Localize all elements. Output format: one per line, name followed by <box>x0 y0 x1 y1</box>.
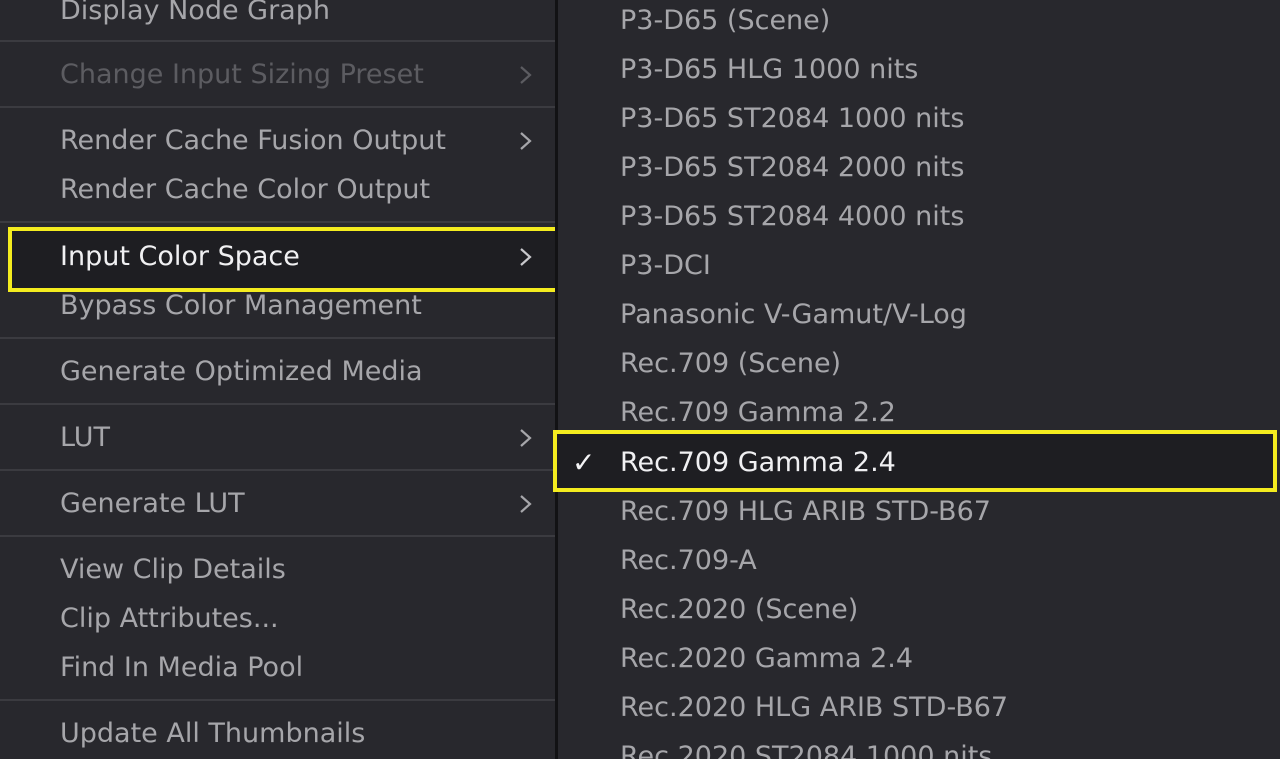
chevron-right-icon <box>520 66 532 84</box>
menu-item-clip-attributes[interactable]: Clip Attributes... <box>0 596 555 642</box>
color-space-option[interactable]: Rec.2020 ST2084 1000 nits <box>558 732 1280 759</box>
color-space-option[interactable]: Rec.709 HLG ARIB STD-B67 <box>558 487 1280 536</box>
menu-item-label: Find In Media Pool <box>60 652 304 683</box>
color-space-option-label: Rec.709 Gamma 2.4 <box>620 447 896 478</box>
menu-separator <box>0 40 555 42</box>
menu-separator <box>0 469 555 471</box>
screen: Display Node Graph Change Input Sizing P… <box>0 0 1280 759</box>
color-space-option-label: Rec.709-A <box>620 545 757 576</box>
menu-separator <box>0 337 555 339</box>
menu-item-label: Render Cache Color Output <box>60 174 431 205</box>
menu-item-label: Bypass Color Management <box>60 290 422 321</box>
color-space-option-label: Rec.2020 ST2084 1000 nits <box>620 741 993 759</box>
color-space-option[interactable]: Rec.709-A <box>558 536 1280 585</box>
menu-item-label: Change Input Sizing Preset <box>60 59 424 90</box>
menu-item-label: Generate LUT <box>60 488 245 519</box>
menu-item-render-cache-color-output[interactable]: Render Cache Color Output <box>0 167 555 213</box>
menu-item-label: View Clip Details <box>60 554 286 585</box>
menu-item-view-clip-details[interactable]: View Clip Details <box>0 547 555 593</box>
menu-item-label: LUT <box>60 422 110 453</box>
menu-item-generate-lut[interactable]: Generate LUT <box>0 481 555 527</box>
color-space-option-label: Rec.2020 Gamma 2.4 <box>620 643 914 674</box>
menu-item-label: Update All Thumbnails <box>60 718 366 749</box>
menu-item-render-cache-fusion-output[interactable]: Render Cache Fusion Output <box>0 118 555 164</box>
menu-separator <box>0 403 555 405</box>
menu-item-label: Display Node Graph <box>60 0 330 26</box>
menu-item-label: Clip Attributes... <box>60 603 279 634</box>
color-space-option[interactable]: Rec.2020 Gamma 2.4 <box>558 634 1280 683</box>
chevron-right-icon <box>520 248 532 266</box>
menu-item-label: Input Color Space <box>60 241 300 272</box>
menu-separator <box>0 535 555 537</box>
menu-separator <box>0 699 555 701</box>
chevron-right-icon <box>520 429 532 447</box>
menu-item-label: Generate Optimized Media <box>60 356 423 387</box>
color-space-option[interactable]: Rec.2020 (Scene) <box>558 585 1280 634</box>
clip-context-menu: Display Node Graph Change Input Sizing P… <box>0 0 565 759</box>
menu-item-find-in-media-pool[interactable]: Find In Media Pool <box>0 645 555 691</box>
menu-item-input-color-space[interactable]: Input Color Space <box>0 234 555 280</box>
color-space-option-label: Rec.2020 (Scene) <box>620 594 859 625</box>
menu-item-change-input-sizing-preset[interactable]: Change Input Sizing Preset <box>0 52 555 98</box>
color-space-option[interactable]: Rec.2020 HLG ARIB STD-B67 <box>558 683 1280 732</box>
color-space-option-label: Rec.709 HLG ARIB STD-B67 <box>620 496 991 527</box>
menu-item-bypass-color-management[interactable]: Bypass Color Management <box>0 283 555 329</box>
menu-item-label: Render Cache Fusion Output <box>60 125 446 156</box>
menu-item-update-all-thumbnails[interactable]: Update All Thumbnails <box>0 711 555 757</box>
menu-separator <box>0 221 555 223</box>
input-color-space-submenu-lower: ✓ Rec.709 Gamma 2.4 Rec.709 HLG ARIB STD… <box>558 0 1280 759</box>
chevron-right-icon <box>520 495 532 513</box>
color-space-option-label: Rec.2020 HLG ARIB STD-B67 <box>620 692 1009 723</box>
menu-item-lut[interactable]: LUT <box>0 415 555 461</box>
menu-separator <box>0 106 555 108</box>
chevron-right-icon <box>520 132 532 150</box>
color-space-option-selected[interactable]: ✓ Rec.709 Gamma 2.4 <box>558 438 1280 487</box>
menu-item-display-node-graph[interactable]: Display Node Graph <box>0 0 555 34</box>
checkmark-icon: ✓ <box>572 446 596 479</box>
menu-item-generate-optimized-media[interactable]: Generate Optimized Media <box>0 349 555 395</box>
